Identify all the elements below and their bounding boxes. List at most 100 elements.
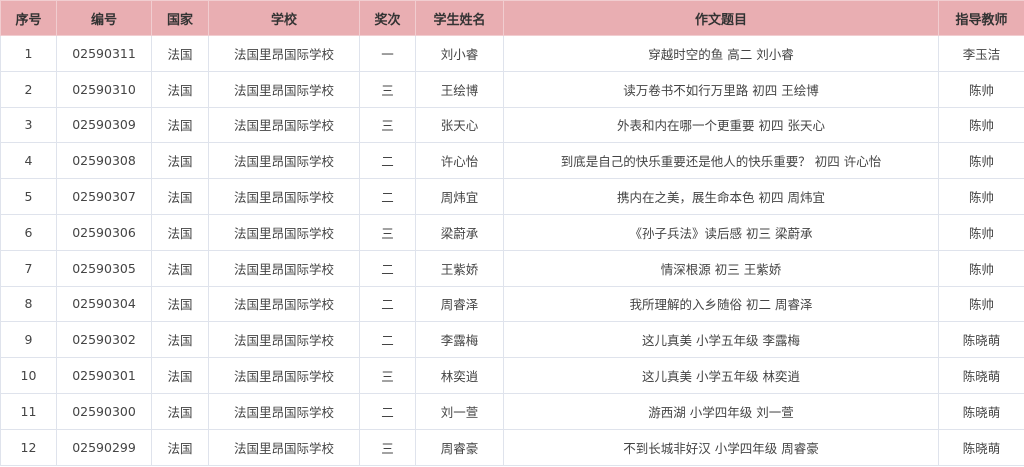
header-school: 学校: [208, 0, 360, 36]
cell-school: 法国里昂国际学校: [208, 392, 360, 430]
cell-award: 三: [359, 357, 416, 394]
cell-award: 一: [359, 35, 416, 72]
cell-index: 10: [0, 357, 57, 394]
cell-id: 02590311: [56, 35, 152, 72]
table-row: 7 02590305 法国 法国里昂国际学校二王紫娇 情深根源 初三 王紫娇 陈帅: [0, 249, 1024, 287]
cell-id: 02590300: [56, 392, 152, 430]
cell-essay-title: 情深根源 初三 王紫娇: [503, 249, 939, 287]
cell-award: 二: [359, 285, 416, 323]
cell-teacher: 陈帅: [938, 285, 1024, 323]
cell-index: 5: [0, 178, 57, 215]
cell-award: 三: [359, 70, 416, 108]
cell-student: 李露梅: [415, 321, 504, 359]
cell-school: 法国里昂国际学校: [208, 249, 360, 287]
cell-index: 2: [0, 70, 57, 108]
table-row: 10 02590301 法国 法国里昂国际学校三林奕逍 这儿真美 小学五年级 林奕逍 陈晓…: [0, 357, 1024, 394]
cell-index: 1: [0, 35, 57, 72]
header-student: 学生姓名: [415, 0, 504, 36]
cell-country: 法国: [151, 178, 209, 215]
cell-id: 02590304: [56, 285, 152, 323]
cell-index: 6: [0, 213, 57, 251]
cell-essay-title: 穿越时空的鱼 高二 刘小睿: [503, 35, 939, 72]
cell-student: 林奕逍: [415, 357, 504, 394]
cell-id: 02590308: [56, 142, 152, 180]
cell-country: 法国: [151, 285, 209, 323]
cell-index: 3: [0, 106, 57, 144]
table-row: 4 02590308 法国 法国里昂国际学校二许心怡 到底是自己的快乐重要还是他人的快乐…: [0, 142, 1024, 180]
cell-index: 4: [0, 142, 57, 180]
cell-country: 法国: [151, 106, 209, 144]
cell-teacher: 陈帅: [938, 249, 1024, 287]
cell-teacher: 陈晓萌: [938, 428, 1024, 466]
cell-essay-title: 这儿真美 小学五年级 林奕逍: [503, 357, 939, 394]
cell-award: 三: [359, 428, 416, 466]
cell-country: 法国: [151, 249, 209, 287]
cell-student: 张天心: [415, 106, 504, 144]
cell-teacher: 陈晓萌: [938, 321, 1024, 359]
cell-id: 02590299: [56, 428, 152, 466]
cell-school: 法国里昂国际学校: [208, 321, 360, 359]
cell-student: 王绘博: [415, 70, 504, 108]
cell-essay-title: 《孙子兵法》读后感 初三 梁蔚承: [503, 213, 939, 251]
cell-id: 02590310: [56, 70, 152, 108]
cell-student: 刘小睿: [415, 35, 504, 72]
cell-student: 梁蔚承: [415, 213, 504, 251]
table-row: 1 02590311 法国 法国里昂国际学校一刘小睿 穿越时空的鱼 高二 刘小睿 李玉洁: [0, 35, 1024, 72]
table-body: 1 02590311 法国 法国里昂国际学校一刘小睿 穿越时空的鱼 高二 刘小睿 李玉洁 2…: [0, 35, 1024, 466]
cell-teacher: 陈晓萌: [938, 392, 1024, 430]
cell-essay-title: 到底是自己的快乐重要还是他人的快乐重要？ 初四 许心怡: [503, 142, 939, 180]
header-index: 序号: [0, 0, 57, 36]
table-row: 3 02590309 法国 法国里昂国际学校三张天心 外表和内在哪一个更重要 初四 张天…: [0, 106, 1024, 144]
header-award: 奖次: [359, 0, 416, 36]
table-row: 11 02590300 法国 法国里昂国际学校二刘一萱 游西湖 小学四年级 刘一萱 陈晓萌: [0, 392, 1024, 430]
cell-teacher: 陈帅: [938, 106, 1024, 144]
cell-id: 02590302: [56, 321, 152, 359]
cell-award: 二: [359, 392, 416, 430]
table-row: 6 02590306 法国 法国里昂国际学校三梁蔚承 《孙子兵法》读后感 初三 梁蔚承陈…: [0, 213, 1024, 251]
cell-award: 二: [359, 178, 416, 215]
cell-award: 二: [359, 142, 416, 180]
header-id: 编号: [56, 0, 152, 36]
cell-index: 7: [0, 249, 57, 287]
cell-country: 法国: [151, 213, 209, 251]
cell-essay-title: 游西湖 小学四年级 刘一萱: [503, 392, 939, 430]
cell-essay-title: 外表和内在哪一个更重要 初四 张天心: [503, 106, 939, 144]
cell-id: 02590306: [56, 213, 152, 251]
table-row: 12 02590299 法国 法国里昂国际学校三周睿豪 不到长城非好汉 小学四年级 周睿…: [0, 428, 1024, 466]
cell-country: 法国: [151, 35, 209, 72]
cell-index: 12: [0, 428, 57, 466]
cell-school: 法国里昂国际学校: [208, 142, 360, 180]
cell-student: 周睿泽: [415, 285, 504, 323]
cell-index: 11: [0, 392, 57, 430]
cell-student: 许心怡: [415, 142, 504, 180]
cell-student: 周炜宜: [415, 178, 504, 215]
table-row: 5 02590307 法国 法国里昂国际学校二周炜宜 携内在之美，展生命本色 初四 周炜…: [0, 178, 1024, 215]
cell-award: 三: [359, 106, 416, 144]
cell-student: 刘一萱: [415, 392, 504, 430]
cell-index: 8: [0, 285, 57, 323]
cell-id: 02590301: [56, 357, 152, 394]
cell-student: 王紫娇: [415, 249, 504, 287]
cell-school: 法国里昂国际学校: [208, 35, 360, 72]
cell-award: 三: [359, 213, 416, 251]
cell-teacher: 陈晓萌: [938, 357, 1024, 394]
cell-country: 法国: [151, 142, 209, 180]
cell-country: 法国: [151, 357, 209, 394]
cell-teacher: 陈帅: [938, 178, 1024, 215]
cell-school: 法国里昂国际学校: [208, 106, 360, 144]
header-essay-title: 作文题目: [503, 0, 939, 36]
cell-country: 法国: [151, 70, 209, 108]
cell-essay-title: 读万卷书不如行万里路 初四 王绘博: [503, 70, 939, 108]
cell-school: 法国里昂国际学校: [208, 285, 360, 323]
cell-essay-title: 这儿真美 小学五年级 李露梅: [503, 321, 939, 359]
cell-school: 法国里昂国际学校: [208, 70, 360, 108]
table-row: 9 02590302 法国 法国里昂国际学校二李露梅 这儿真美 小学五年级 李露梅 陈晓萌: [0, 321, 1024, 359]
cell-country: 法国: [151, 321, 209, 359]
cell-index: 9: [0, 321, 57, 359]
header-country: 国家: [151, 0, 209, 36]
cell-essay-title: 携内在之美，展生命本色 初四 周炜宜: [503, 178, 939, 215]
table-row: 8 02590304 法国 法国里昂国际学校二周睿泽 我所理解的入乡随俗 初二 周睿泽陈…: [0, 285, 1024, 323]
cell-student: 周睿豪: [415, 428, 504, 466]
cell-teacher: 李玉洁: [938, 35, 1024, 72]
cell-teacher: 陈帅: [938, 213, 1024, 251]
